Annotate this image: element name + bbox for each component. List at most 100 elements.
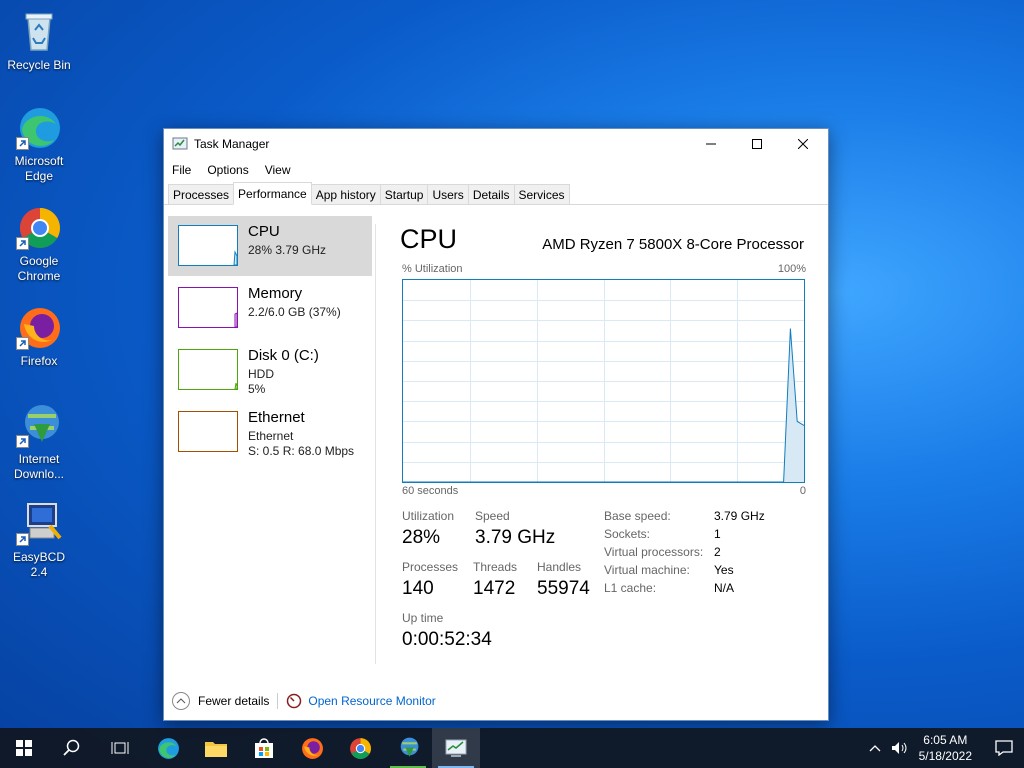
desktop-icon-label: Recycle Bin <box>7 58 71 72</box>
tab-startup[interactable]: Startup <box>379 184 429 204</box>
task-manager-window: Task Manager File Options View Processes… <box>163 128 829 721</box>
tab-users[interactable]: Users <box>427 184 469 204</box>
tab-app-history[interactable]: App history <box>310 184 381 204</box>
tab-processes[interactable]: Processes <box>168 184 235 204</box>
clock-date: 5/18/2022 <box>918 749 972 763</box>
chrome-icon <box>350 738 371 759</box>
menu-view[interactable]: View <box>265 163 291 177</box>
minimize-button[interactable] <box>688 129 734 159</box>
processes-label: Processes <box>402 560 459 574</box>
recycle-bin-icon <box>16 8 62 54</box>
sidebar-item-detail: 5% <box>248 382 266 396</box>
resource-list: CPU 28% 3.79 GHz Memory 2.2/6.0 GB (37%)… <box>168 216 372 464</box>
menu-file[interactable]: File <box>172 163 191 177</box>
desktop-icon-recycle-bin[interactable]: Recycle Bin <box>4 8 74 73</box>
minimize-icon <box>706 143 716 145</box>
search-icon <box>63 739 80 756</box>
desktop-icon-firefox[interactable]: Firefox <box>4 304 74 369</box>
close-button[interactable] <box>780 129 826 159</box>
sidebar-item-name: Ethernet <box>248 409 305 426</box>
uptime-label: Up time <box>402 611 444 625</box>
taskbar-task-manager[interactable] <box>432 728 480 768</box>
tab-services[interactable]: Services <box>513 184 570 204</box>
task-manager-icon <box>172 137 188 150</box>
store-icon <box>255 738 273 758</box>
uptime-value: 0:00:52:34 <box>402 629 492 650</box>
desktop-icon-internet-download-manager[interactable]: Internet Downlo... <box>4 402 74 482</box>
processes-value: 140 <box>402 578 434 599</box>
chevron-up-icon[interactable] <box>172 692 190 710</box>
threads-label: Threads <box>473 560 518 574</box>
handles-label: Handles <box>537 560 582 574</box>
title-bar[interactable]: Task Manager <box>164 129 828 159</box>
taskbar-internet-download-manager[interactable] <box>384 728 432 768</box>
edge-icon <box>16 104 62 150</box>
sidebar-item-disk[interactable]: Disk 0 (C:) HDD 5% <box>168 340 372 400</box>
utilization-line <box>403 328 805 483</box>
clock[interactable]: 6:05 AM 5/18/2022 <box>919 732 972 764</box>
sidebar-item-detail: HDD <box>248 367 274 381</box>
task-view-icon <box>111 742 129 754</box>
desktop-icon-edge[interactable]: Microsoft Edge <box>4 104 74 184</box>
graph-grid <box>403 280 804 482</box>
ethernet-thumbnail-graph <box>178 411 238 452</box>
graph-time-end: 0 <box>799 485 806 497</box>
show-hidden-icons-button[interactable] <box>863 744 887 752</box>
desktop-icon-chrome[interactable]: Google Chrome <box>4 204 74 284</box>
handles-value: 55974 <box>537 578 590 599</box>
graph-label-max: 100% <box>777 263 806 275</box>
menu-options[interactable]: Options <box>207 163 248 177</box>
desktop-icon-label: Internet Downlo... <box>13 452 65 481</box>
taskbar-chrome[interactable] <box>336 728 384 768</box>
cpu-utilization-graph <box>402 279 805 483</box>
taskbar-firefox[interactable] <box>288 728 336 768</box>
desktop-icon-label: EasyBCD 2.4 <box>12 550 65 579</box>
edge-icon <box>158 738 179 759</box>
task-manager-icon <box>445 739 467 757</box>
sidebar-item-name: Disk 0 (C:) <box>248 347 319 364</box>
sidebar-item-ethernet[interactable]: Ethernet Ethernet S: 0.5 R: 68.0 Mbps <box>168 402 372 462</box>
action-center-button[interactable] <box>984 728 1024 768</box>
fewer-details-button[interactable]: Fewer details <box>198 694 269 708</box>
spec-value-base-speed: 3.79 GHz <box>714 509 765 523</box>
memory-thumbnail-graph <box>178 287 238 328</box>
memory-thumbnail-line <box>234 312 238 328</box>
sidebar-item-name: CPU <box>248 223 280 240</box>
spec-value-sockets: 1 <box>714 527 721 541</box>
search-button[interactable] <box>48 728 96 768</box>
desktop-icon-label: Microsoft Edge <box>14 154 64 183</box>
window-footer: Fewer details Open Resource Monitor <box>164 682 828 720</box>
sidebar-item-memory[interactable]: Memory 2.2/6.0 GB (37%) <box>168 278 372 338</box>
windows-logo-icon <box>16 740 32 756</box>
start-button[interactable] <box>0 728 48 768</box>
task-view-button[interactable] <box>96 728 144 768</box>
desktop-icon-easybcd[interactable]: EasyBCD 2.4 <box>4 500 74 580</box>
taskbar-file-explorer[interactable] <box>192 728 240 768</box>
speed-value: 3.79 GHz <box>475 527 556 548</box>
spec-label-sockets: Sockets: <box>604 527 651 541</box>
open-resource-monitor-link[interactable]: Open Resource Monitor <box>308 694 435 708</box>
clock-time: 6:05 AM <box>923 733 968 747</box>
tab-details[interactable]: Details <box>467 184 515 204</box>
speed-label: Speed <box>475 509 510 523</box>
graph-time-span: 60 seconds <box>402 485 459 497</box>
pane-divider[interactable] <box>375 224 376 664</box>
tab-performance[interactable]: Performance <box>233 182 312 205</box>
internet-download-manager-icon <box>16 402 62 448</box>
spec-label-l1-cache: L1 cache: <box>604 581 657 595</box>
disk-thumbnail-graph <box>178 349 238 390</box>
system-tray: 6:05 AM 5/18/2022 <box>863 728 1024 768</box>
spec-label-virtual-processors: Virtual processors: <box>604 545 704 559</box>
sidebar-item-detail: S: 0.5 R: 68.0 Mbps <box>248 444 355 458</box>
desktop-icon-label: Google Chrome <box>17 254 61 283</box>
taskbar-store[interactable] <box>240 728 288 768</box>
cpu-thumbnail-graph <box>178 225 238 266</box>
sidebar-item-detail: 28% 3.79 GHz <box>248 243 327 257</box>
maximize-button[interactable] <box>734 129 780 159</box>
utilization-label: Utilization <box>402 509 455 523</box>
taskbar-edge[interactable] <box>144 728 192 768</box>
volume-button[interactable] <box>887 741 913 755</box>
sidebar-item-detail: Ethernet <box>248 429 294 443</box>
performance-pane: CPU 28% 3.79 GHz Memory 2.2/6.0 GB (37%)… <box>164 206 828 684</box>
sidebar-item-cpu[interactable]: CPU 28% 3.79 GHz <box>168 216 372 276</box>
